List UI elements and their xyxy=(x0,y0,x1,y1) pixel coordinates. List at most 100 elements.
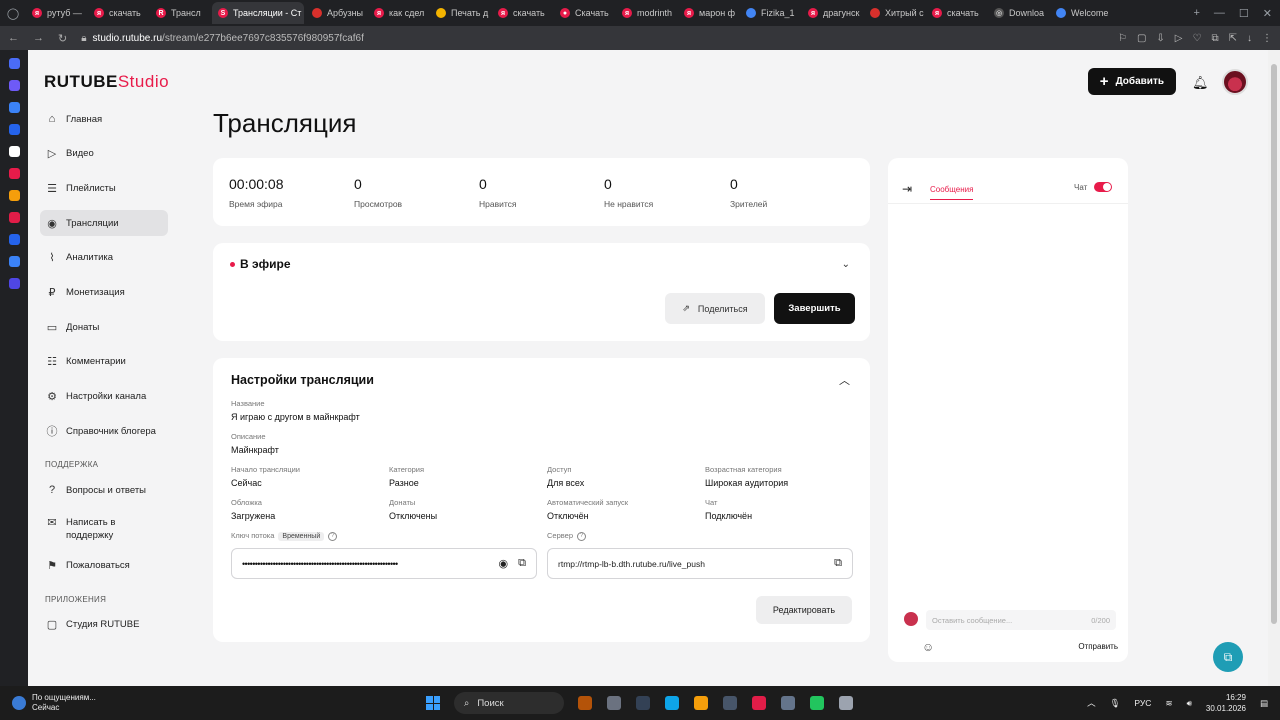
sidebar-item-пожаловаться[interactable]: ⚑ Пожаловаться xyxy=(40,553,168,579)
volume-icon[interactable]: 🔊︎ xyxy=(1187,698,1192,709)
downloads-icon[interactable]: ↓ xyxy=(1247,33,1252,44)
browser-tab[interactable]: я скачать xyxy=(492,2,552,24)
screenshot-icon[interactable]: ▢ xyxy=(1137,33,1146,44)
avatar[interactable] xyxy=(1222,68,1248,95)
browser-tab[interactable]: Арбузны xyxy=(306,2,366,24)
chat-toggle[interactable] xyxy=(1094,182,1112,192)
browser-tab[interactable]: я драгунск xyxy=(802,2,862,24)
message-input[interactable]: Оставить сообщение... 0/200 xyxy=(926,610,1116,630)
sidebar-item-аналитика[interactable]: ⌇ Аналитика xyxy=(40,245,168,271)
sidebar-item-трансляции[interactable]: ◉ Трансляции xyxy=(40,210,168,237)
page-scrollbar[interactable] xyxy=(1268,50,1280,686)
support-chat-icon[interactable]: ⧉ xyxy=(1213,642,1243,672)
taskbar-app-icon[interactable] xyxy=(752,696,766,710)
taskbar-app-icon[interactable] xyxy=(781,696,795,710)
share-button[interactable]: ⇗ Поделиться xyxy=(665,293,765,324)
chevron-down-icon[interactable]: ⌄ xyxy=(842,259,850,270)
language-indicator[interactable]: РУС xyxy=(1134,698,1151,708)
forward-icon[interactable]: → xyxy=(33,32,44,44)
browser-tab[interactable]: ◎ Downloa xyxy=(988,2,1048,24)
browser-tab[interactable]: я марон ф xyxy=(678,2,738,24)
sidebar-item-главная[interactable]: ⌂ Главная xyxy=(40,106,168,132)
help-icon[interactable]: ? xyxy=(328,531,338,541)
maximize-icon[interactable]: ☐ xyxy=(1239,7,1249,20)
taskbar-app-icon[interactable] xyxy=(723,696,737,710)
minimize-icon[interactable]: — xyxy=(1214,7,1225,20)
side-app-icon[interactable] xyxy=(8,58,20,69)
taskbar-search[interactable]: ⌕ Поиск xyxy=(454,692,564,714)
browser-tab[interactable]: SТрансляции - Ст× xyxy=(212,2,304,24)
collapse-panel-icon[interactable]: ⇥ xyxy=(902,182,912,196)
extensions-icon[interactable]: ⧉ xyxy=(1211,33,1218,44)
edge-icon[interactable] xyxy=(665,696,679,710)
start-icon[interactable] xyxy=(426,696,440,710)
favorite-icon[interactable]: ♡ xyxy=(1193,33,1202,44)
side-app-icon[interactable] xyxy=(8,234,20,245)
clock[interactable]: 16:29 30.01.2026 xyxy=(1206,692,1246,714)
bookmark-icon[interactable]: ⚐ xyxy=(1118,33,1127,44)
sidebar-item-комментарии[interactable]: ☷ Комментарии xyxy=(40,349,168,375)
chevron-up-icon[interactable]: ︿ xyxy=(839,372,850,388)
sidebar-item-видео[interactable]: ▷ Видео xyxy=(40,141,168,167)
more-icon[interactable]: ⋮ xyxy=(1262,33,1272,44)
browser-menu-icon[interactable]: ◯ xyxy=(0,0,26,26)
weather-widget[interactable]: По ощущениям... Сейчас xyxy=(0,693,400,713)
emoji-icon[interactable]: ☺ xyxy=(922,640,934,654)
side-app-icon[interactable] xyxy=(8,80,20,91)
play-icon[interactable]: ▷ xyxy=(1175,33,1183,44)
add-button[interactable]: + Добавить xyxy=(1087,68,1176,95)
taskbar-app-icon[interactable] xyxy=(578,696,592,710)
side-app-icon[interactable] xyxy=(8,212,20,223)
browser-tab[interactable]: ● Скачать xyxy=(554,2,614,24)
taskbar-app-icon[interactable] xyxy=(839,696,853,710)
explorer-icon[interactable] xyxy=(694,696,708,710)
browser-tab[interactable]: Печать д xyxy=(430,2,490,24)
end-stream-button[interactable]: Завершить xyxy=(774,293,855,324)
browser-tab[interactable]: я как сдел xyxy=(368,2,428,24)
bell-icon[interactable]: 🔔︎ xyxy=(1192,75,1209,90)
side-app-icon[interactable] xyxy=(8,190,20,201)
download-icon[interactable]: ⇩ xyxy=(1156,33,1164,44)
url-field[interactable]: 🔒︎ studio.rutube.ru/stream/e277b6ee7697c… xyxy=(81,33,364,44)
help-icon[interactable]: ? xyxy=(577,531,587,541)
server-field[interactable]: rtmp://rtmp-lb-b.dth.rutube.ru/live_push… xyxy=(547,548,853,579)
sidebar-item-плейлисты[interactable]: ☰ Плейлисты xyxy=(40,175,168,201)
edit-button[interactable]: Редактировать xyxy=(756,596,852,624)
sidebar-item-вопросы-и-ответы[interactable]: ? Вопросы и ответы xyxy=(40,477,168,503)
side-app-icon[interactable] xyxy=(8,256,20,267)
side-app-icon[interactable] xyxy=(8,146,20,157)
taskbar-app-icon[interactable] xyxy=(607,696,621,710)
side-app-icon[interactable] xyxy=(8,124,20,135)
sidebar-item-настройки-канала[interactable]: ⚙ Настройки канала xyxy=(40,384,168,410)
scrollbar-thumb[interactable] xyxy=(1271,64,1277,624)
sidebar-item-справочник-блогера[interactable]: ⓘ Справочник блогера xyxy=(40,418,168,444)
sidebar-item-монетизация[interactable]: ₽ Монетизация xyxy=(40,279,168,305)
notifications-icon[interactable]: ▤ xyxy=(1260,698,1268,709)
send-button[interactable]: Отправить xyxy=(1078,642,1118,651)
browser-tab[interactable]: я скачать xyxy=(926,2,986,24)
sidebar-item-донаты[interactable]: ▭ Донаты xyxy=(40,314,168,340)
copy-icon[interactable]: ⧉ xyxy=(834,557,842,570)
browser-tab[interactable]: я рутуб — xyxy=(26,2,86,24)
chevron-up-icon[interactable]: ︿ xyxy=(1087,697,1096,709)
tab-messages[interactable]: Сообщения xyxy=(930,185,974,200)
stream-key-field[interactable]: ••••••••••••••••••••••••••••••••••••••••… xyxy=(231,548,537,579)
browser-tab[interactable]: я modrinth xyxy=(616,2,676,24)
taskbar-app-icon[interactable] xyxy=(636,696,650,710)
back-icon[interactable]: ← xyxy=(8,32,19,44)
sidebar-item-написать-в-поддержку[interactable]: ✉ Написать в поддержку xyxy=(40,512,168,544)
new-tab-icon[interactable]: + xyxy=(1193,7,1199,20)
browser-tab[interactable]: Welcome xyxy=(1050,2,1110,24)
sidebar-item-студия-rutube[interactable]: ▢ Студия RUTUBE xyxy=(40,612,168,638)
share-page-icon[interactable]: ⇱ xyxy=(1229,33,1237,44)
eye-icon[interactable]: ◉ xyxy=(499,557,509,570)
browser-tab[interactable]: R Трансл xyxy=(150,2,210,24)
side-app-icon[interactable] xyxy=(8,278,20,289)
side-app-icon[interactable] xyxy=(8,102,20,113)
taskbar-app-icon[interactable] xyxy=(810,696,824,710)
close-window-icon[interactable]: ✕ xyxy=(1263,7,1272,20)
browser-tab[interactable]: Хитрый с xyxy=(864,2,924,24)
brand-logo[interactable]: RUTUBEStudio xyxy=(44,72,169,92)
browser-tab[interactable]: я скачать xyxy=(88,2,148,24)
wifi-icon[interactable]: ≋ xyxy=(1165,698,1172,709)
